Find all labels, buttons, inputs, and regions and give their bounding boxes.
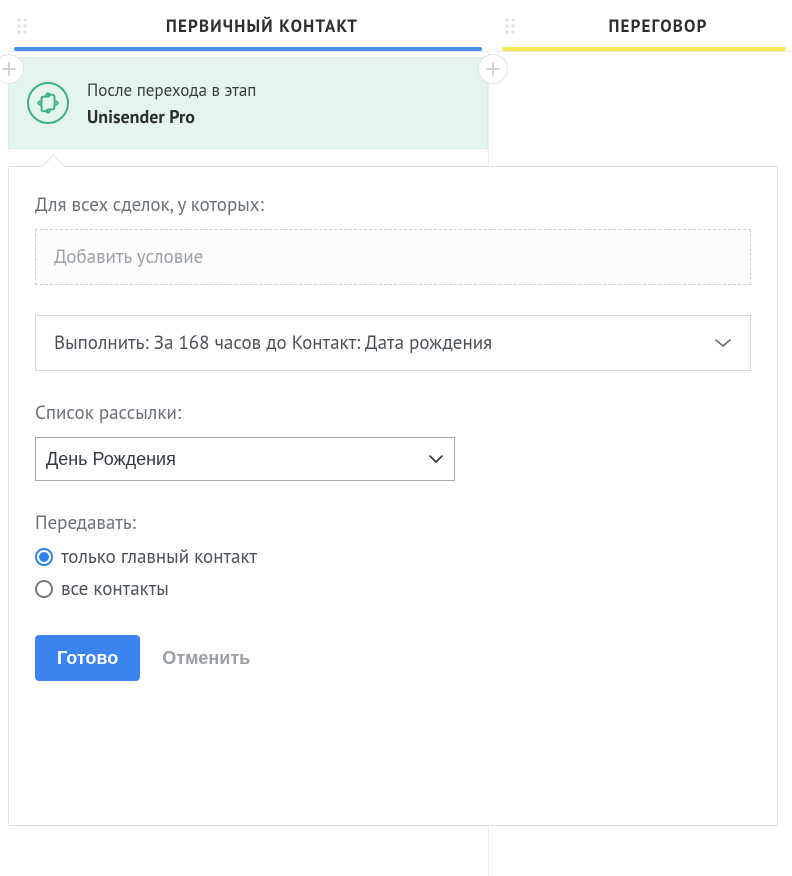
submit-button[interactable]: Готово [35, 635, 140, 681]
mailing-list-select[interactable]: День Рождения [35, 437, 455, 481]
add-condition-input[interactable]: Добавить условие [35, 229, 751, 285]
puzzle-icon [27, 82, 69, 124]
execute-select[interactable]: Выполнить: За 168 часов до Контакт: Дата… [35, 315, 751, 371]
trigger-settings-panel: Для всех сделок, у которых: Добавить усл… [8, 166, 778, 826]
cancel-button[interactable]: Отменить [162, 648, 250, 669]
trigger-title: Unisender Pro [87, 105, 256, 128]
radio-icon [35, 548, 53, 566]
trigger-text: После перехода в этап Unisender Pro [87, 79, 256, 128]
mailing-list-section: Список рассылки: День Рождения [35, 401, 751, 481]
radio-icon [35, 580, 53, 598]
panel-footer: Готово Отменить [35, 635, 751, 681]
chevron-down-icon [714, 331, 732, 355]
trigger-subtitle: После перехода в этап [87, 79, 256, 101]
radio-all-contacts-label: все контакты [61, 577, 169, 601]
column-accent [502, 47, 786, 51]
column-title: ПЕРЕГОВОР [524, 15, 792, 37]
transfer-label: Передавать: [35, 511, 751, 535]
column-header-primary-contact: ПЕРВИЧНЫЙ КОНТАКТ [8, 0, 488, 52]
execute-select-value: Выполнить: За 168 часов до Контакт: Дата… [54, 331, 492, 355]
mailing-list-select-wrap: День Рождения [35, 437, 455, 481]
trigger-card[interactable]: После перехода в этап Unisender Pro [8, 57, 488, 149]
radio-all-contacts[interactable]: все контакты [35, 577, 751, 601]
radio-main-contact-label: только главный контакт [61, 545, 257, 569]
column-accent [14, 47, 482, 51]
transfer-section: Передавать: только главный контакт все к… [35, 511, 751, 601]
execute-section: Выполнить: За 168 часов до Контакт: Дата… [35, 315, 751, 371]
filter-section: Для всех сделок, у которых: Добавить усл… [35, 193, 751, 285]
add-trigger-button[interactable] [478, 54, 508, 84]
pipeline-stage: ПЕРВИЧНЫЙ КОНТАКТ ПЕРЕГОВОР [0, 0, 792, 876]
column-header-negotiations: ПЕРЕГОВОР [496, 0, 792, 52]
drag-handle-icon[interactable] [496, 0, 524, 52]
add-condition-placeholder: Добавить условие [54, 245, 203, 269]
drag-handle-icon[interactable] [8, 0, 36, 52]
radio-main-contact[interactable]: только главный контакт [35, 545, 751, 569]
mailing-list-label: Список рассылки: [35, 401, 751, 425]
filter-label: Для всех сделок, у которых: [35, 193, 751, 217]
column-title: ПЕРВИЧНЫЙ КОНТАКТ [36, 15, 488, 37]
